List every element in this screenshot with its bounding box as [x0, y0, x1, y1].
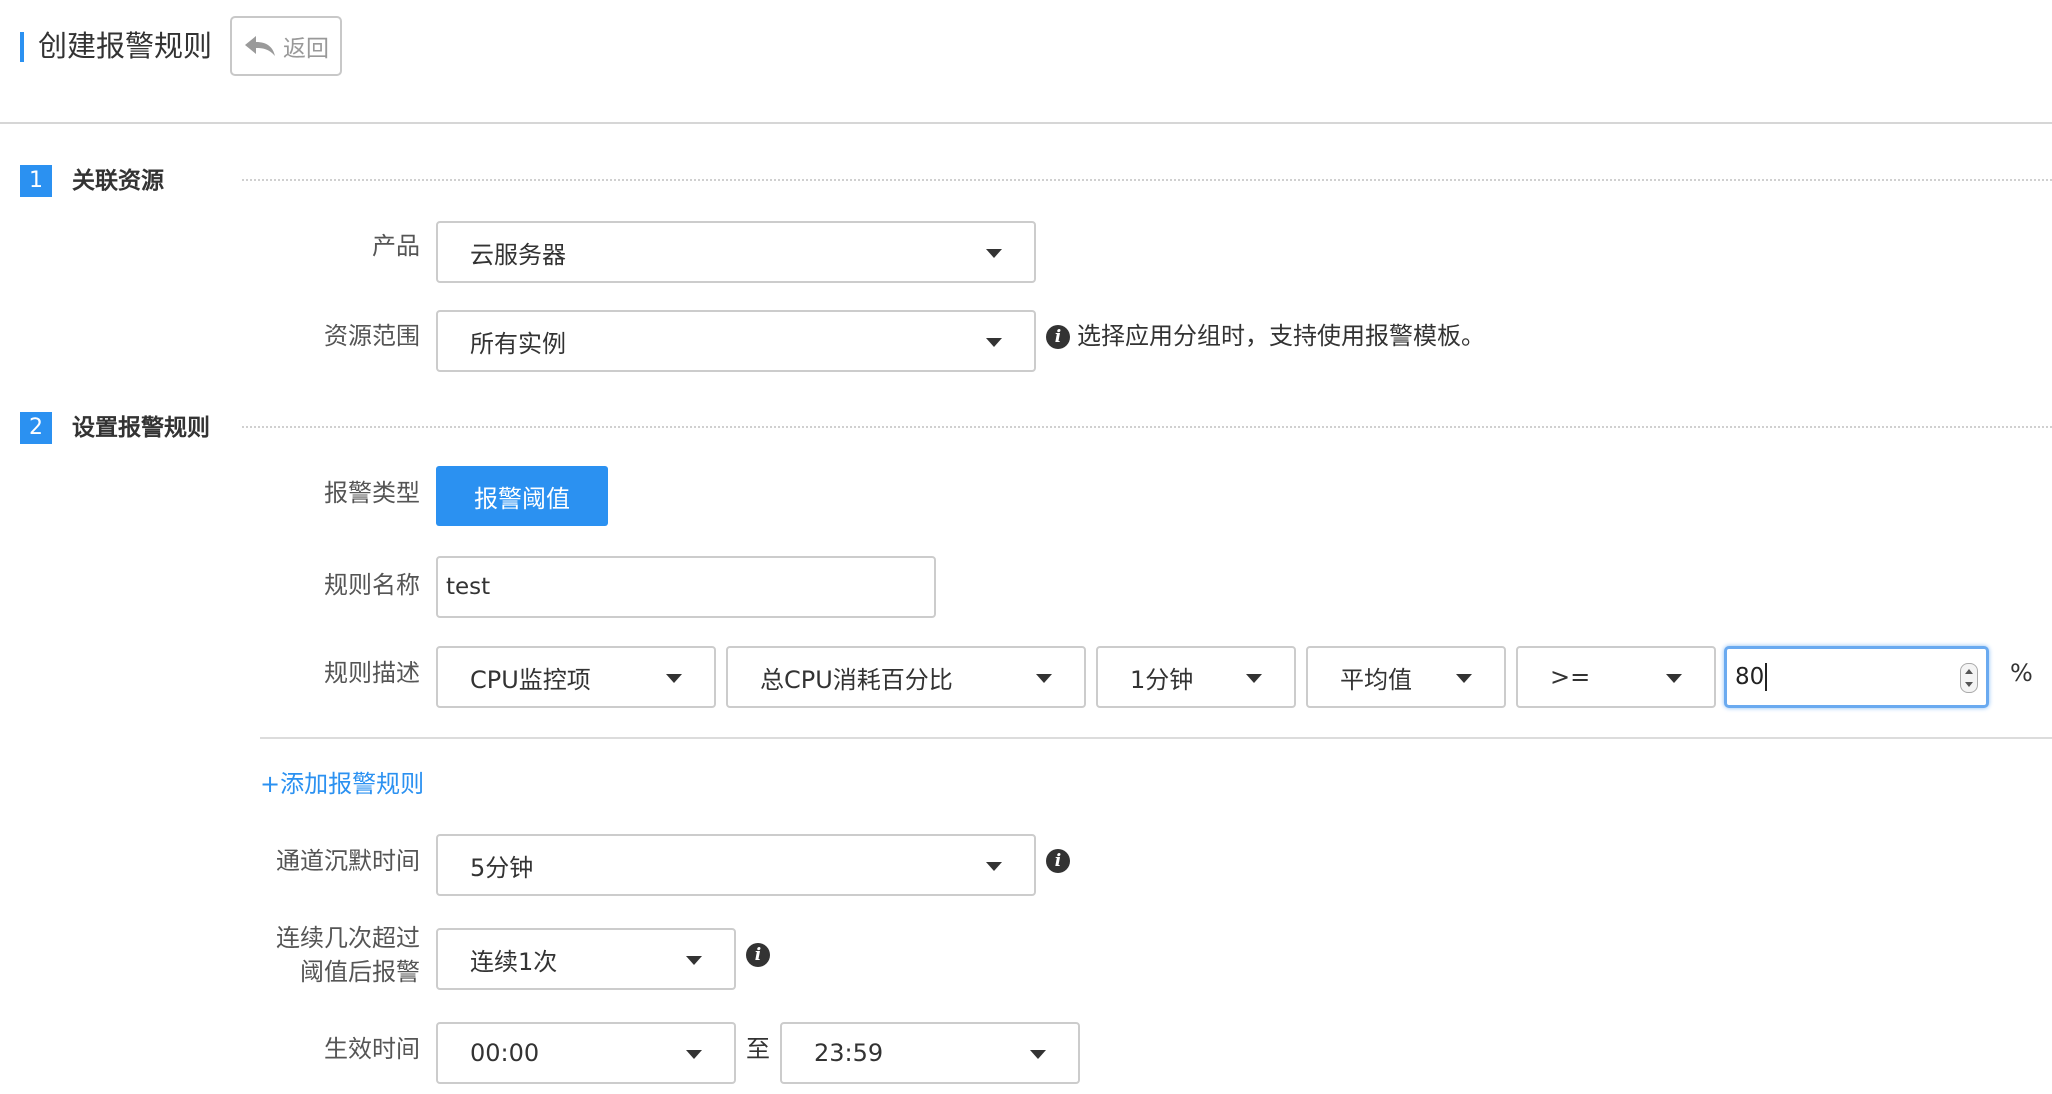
caret-down-icon: [1036, 674, 1052, 683]
caret-down-icon: [686, 1050, 702, 1059]
rule-name-label: 规则名称: [324, 571, 420, 599]
section-2-title: 设置报警规则: [72, 415, 210, 441]
caret-down-icon: [686, 956, 702, 965]
period-select[interactable]: 1分钟: [1096, 646, 1296, 708]
back-button-label: 返回: [283, 36, 329, 62]
caret-down-icon: [986, 249, 1002, 258]
alarm-type-label: 报警类型: [324, 479, 420, 507]
metric-select[interactable]: 总CPU消耗百分比: [726, 646, 1086, 708]
consecutive-label-line1: 连续几次超过: [276, 924, 420, 952]
header-divider: [0, 122, 2052, 124]
effective-start-select[interactable]: 00:00: [436, 1022, 736, 1084]
caret-down-icon: [1666, 674, 1682, 683]
silence-select[interactable]: 5分钟: [436, 834, 1036, 896]
section-2-number: 2: [20, 412, 52, 444]
section-2-dotted-line: [242, 426, 2052, 428]
effective-time-label: 生效时间: [324, 1035, 420, 1063]
scope-hint: 选择应用分组时，支持使用报警模板。: [1077, 322, 1485, 350]
number-spinner[interactable]: [1960, 663, 1978, 693]
silence-label: 通道沉默时间: [276, 847, 420, 875]
add-rule-link[interactable]: +添加报警规则: [260, 768, 424, 800]
metric-group-value: CPU监控项: [470, 665, 591, 694]
threshold-value: 80: [1735, 664, 1765, 690]
title-accent-bar: [20, 32, 24, 62]
period-value: 1分钟: [1130, 665, 1194, 694]
alarm-threshold-button[interactable]: 报警阈值: [436, 466, 608, 526]
statistic-value: 平均值: [1340, 665, 1412, 694]
section-1-number: 1: [20, 165, 52, 197]
effective-end-value: 23:59: [814, 1039, 884, 1067]
metric-group-select[interactable]: CPU监控项: [436, 646, 716, 708]
metric-value: 总CPU消耗百分比: [760, 665, 953, 694]
consecutive-select[interactable]: 连续1次: [436, 928, 736, 990]
silence-value: 5分钟: [470, 853, 534, 882]
caret-down-icon: [1456, 674, 1472, 683]
caret-down-icon: [986, 862, 1002, 871]
info-icon: i: [1046, 325, 1070, 349]
scope-select-value: 所有实例: [470, 329, 566, 358]
caret-down-icon: [666, 674, 682, 683]
info-icon[interactable]: i: [746, 943, 770, 967]
effective-end-select[interactable]: 23:59: [780, 1022, 1080, 1084]
section-1-dotted-line: [242, 179, 2052, 181]
scope-select[interactable]: 所有实例: [436, 310, 1036, 372]
scope-label: 资源范围: [324, 322, 420, 350]
effective-start-value: 00:00: [470, 1039, 540, 1067]
rule-name-input[interactable]: test: [436, 556, 936, 618]
back-button[interactable]: 返回: [230, 16, 342, 76]
threshold-unit: %: [2010, 659, 2033, 687]
info-icon[interactable]: i: [1046, 849, 1070, 873]
caret-down-icon: [986, 338, 1002, 347]
consecutive-label-line2: 阈值后报警: [300, 958, 420, 986]
consecutive-value: 连续1次: [470, 947, 558, 976]
section-1-title: 关联资源: [72, 168, 164, 194]
product-select[interactable]: 云服务器: [436, 221, 1036, 283]
text-cursor: [1765, 663, 1768, 691]
operator-select[interactable]: >=: [1516, 646, 1716, 708]
statistic-select[interactable]: 平均值: [1306, 646, 1506, 708]
rule-desc-label: 规则描述: [324, 659, 420, 687]
product-select-value: 云服务器: [470, 240, 566, 269]
rule-divider: [260, 737, 2052, 739]
threshold-input[interactable]: 80: [1724, 646, 1989, 708]
caret-down-icon: [1030, 1050, 1046, 1059]
product-label: 产品: [372, 232, 420, 260]
effective-time-separator: 至: [746, 1035, 770, 1063]
caret-down-icon: [1246, 674, 1262, 683]
page-title: 创建报警规则: [38, 29, 213, 63]
reply-arrow-icon: [245, 36, 275, 56]
operator-value: >=: [1550, 663, 1591, 691]
